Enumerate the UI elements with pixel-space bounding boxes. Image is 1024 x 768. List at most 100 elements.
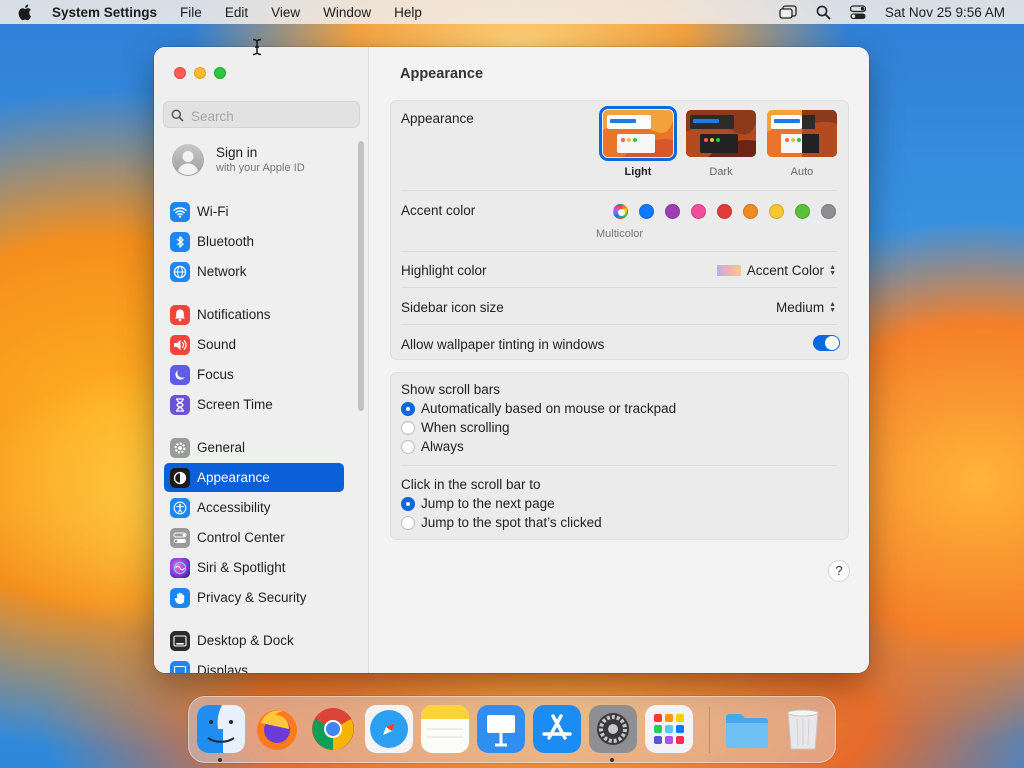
sidebar-icon-size-label: Sidebar icon size xyxy=(401,300,504,315)
appearance-dark-option[interactable] xyxy=(686,110,756,157)
system-settings-icon xyxy=(589,705,637,753)
sidebar-scrollbar[interactable] xyxy=(358,141,364,411)
sidebar-item-privacy-security[interactable]: Privacy & Security xyxy=(164,583,344,612)
firefox-icon xyxy=(257,710,297,750)
minimize-button[interactable] xyxy=(194,67,206,79)
radio-selected[interactable] xyxy=(401,496,415,511)
divider xyxy=(401,251,838,252)
sidebar-item-sound[interactable]: Sound xyxy=(164,330,344,359)
control-center-icon[interactable] xyxy=(849,4,866,20)
dock-trash[interactable] xyxy=(779,705,827,753)
scroll-bars-always-option[interactable]: Always xyxy=(401,439,464,454)
radio-unselected[interactable] xyxy=(401,439,415,454)
dock-app-app-store[interactable] xyxy=(533,705,581,753)
apple-id-sign-in[interactable]: Sign in with your Apple ID xyxy=(172,144,352,180)
menu-view[interactable]: View xyxy=(271,5,300,20)
highlight-color-popup[interactable]: Accent Color ▲ ▼ xyxy=(716,263,836,278)
radio-selected[interactable] xyxy=(401,401,415,416)
dock-app-finder[interactable] xyxy=(197,705,245,753)
display-icon xyxy=(170,660,190,673)
spotlight-search-icon[interactable] xyxy=(816,5,831,20)
option-label: Jump to the spot that’s clicked xyxy=(421,515,602,530)
sidebar-item-desktop-dock[interactable]: Desktop & Dock xyxy=(164,626,344,655)
sidebar-item-accessibility[interactable]: Accessibility xyxy=(164,493,344,522)
appearance-dark-label: Dark xyxy=(709,166,733,178)
sidebar-item-wifi[interactable]: Wi-Fi xyxy=(164,197,344,226)
avatar xyxy=(172,144,204,176)
dock-folder-downloads[interactable] xyxy=(723,705,771,753)
appearance-auto-option[interactable] xyxy=(767,110,837,157)
apple-logo-icon[interactable] xyxy=(17,3,35,21)
dock-app-keynote[interactable] xyxy=(477,705,525,753)
menu-edit[interactable]: Edit xyxy=(225,5,248,20)
accent-swatch-multicolor[interactable] xyxy=(613,204,628,219)
sidebar-item-displays[interactable]: Displays xyxy=(164,656,344,673)
accent-swatch-yellow[interactable] xyxy=(769,204,784,219)
close-button[interactable] xyxy=(174,67,186,79)
option-label: Always xyxy=(421,439,464,454)
gear-icon xyxy=(170,437,190,458)
highlight-color-value: Accent Color xyxy=(746,263,825,278)
accent-swatch-green[interactable] xyxy=(795,204,810,219)
accent-swatch-orange[interactable] xyxy=(743,204,758,219)
accent-swatch-purple[interactable] xyxy=(665,204,680,219)
dark-mode-thumbnail-icon xyxy=(686,110,756,157)
search-icon xyxy=(171,109,184,122)
sidebar-item-label: Accessibility xyxy=(197,500,271,515)
search-field[interactable] xyxy=(163,101,360,128)
main-pane: Appearance Appearance Light Dark Auto Ac… xyxy=(369,47,869,673)
accessibility-icon xyxy=(170,497,190,518)
sidebar-icon-size-popup[interactable]: Medium ▲ ▼ xyxy=(776,300,836,315)
dock xyxy=(188,696,836,763)
radio-unselected[interactable] xyxy=(401,515,415,530)
sidebar-item-appearance[interactable]: Appearance xyxy=(164,463,344,492)
sidebar-item-label: Appearance xyxy=(197,470,270,485)
dock-app-firefox[interactable] xyxy=(253,705,301,753)
accent-swatch-red[interactable] xyxy=(717,204,732,219)
dock-app-system-settings[interactable] xyxy=(589,705,637,753)
show-scroll-bars-label: Show scroll bars xyxy=(401,382,501,397)
menu-window[interactable]: Window xyxy=(323,5,371,20)
scroll-bars-when-scrolling-option[interactable]: When scrolling xyxy=(401,420,510,435)
sidebar-item-notifications[interactable]: Notifications xyxy=(164,300,344,329)
hourglass-icon xyxy=(170,394,190,415)
window-stack-icon[interactable] xyxy=(779,5,797,19)
menu-file[interactable]: File xyxy=(180,5,202,20)
divider xyxy=(401,465,838,466)
menu-clock[interactable]: Sat Nov 25 9:56 AM xyxy=(885,5,1005,20)
help-button[interactable]: ? xyxy=(828,560,850,582)
dock-app-safari[interactable] xyxy=(365,705,413,753)
click-next-page-option[interactable]: Jump to the next page xyxy=(401,496,555,511)
chrome-icon xyxy=(312,708,354,750)
appearance-light-option[interactable] xyxy=(599,106,677,161)
menu-app-name[interactable]: System Settings xyxy=(52,5,157,20)
sidebar-item-general[interactable]: General xyxy=(164,433,344,462)
sidebar-item-focus[interactable]: Focus xyxy=(164,360,344,389)
appearance-auto-label: Auto xyxy=(790,166,814,178)
click-spot-option[interactable]: Jump to the spot that’s clicked xyxy=(401,515,602,530)
accent-swatch-blue[interactable] xyxy=(639,204,654,219)
running-indicator-system-settings xyxy=(610,758,614,762)
sidebar-item-bluetooth[interactable]: Bluetooth xyxy=(164,227,344,256)
wallpaper-tinting-toggle[interactable] xyxy=(813,335,840,351)
dock-app-chrome[interactable] xyxy=(309,705,357,753)
menu-help[interactable]: Help xyxy=(394,5,422,20)
radio-unselected[interactable] xyxy=(401,420,415,435)
dock-app-notes[interactable] xyxy=(421,705,469,753)
click-scroll-bar-label: Click in the scroll bar to xyxy=(401,477,541,492)
accent-swatch-graphite[interactable] xyxy=(821,204,836,219)
sidebar-item-label: Focus xyxy=(197,367,234,382)
chevron-updown-icon: ▲ ▼ xyxy=(829,263,836,277)
sidebar-item-screen-time[interactable]: Screen Time xyxy=(164,390,344,419)
accent-swatch-pink[interactable] xyxy=(691,204,706,219)
sidebar-item-siri-spotlight[interactable]: Siri & Spotlight xyxy=(164,553,344,582)
sidebar-item-network[interactable]: Network xyxy=(164,257,344,286)
sidebar-item-control-center[interactable]: Control Center xyxy=(164,523,344,552)
light-mode-thumbnail-icon xyxy=(603,110,673,157)
search-input[interactable] xyxy=(191,106,351,126)
sidebar-item-label: Network xyxy=(197,264,247,279)
dock-app-launchpad[interactable] xyxy=(645,705,693,753)
zoom-button[interactable] xyxy=(214,67,226,79)
scroll-bars-auto-option[interactable]: Automatically based on mouse or trackpad xyxy=(401,401,676,416)
trash-icon xyxy=(787,709,819,750)
